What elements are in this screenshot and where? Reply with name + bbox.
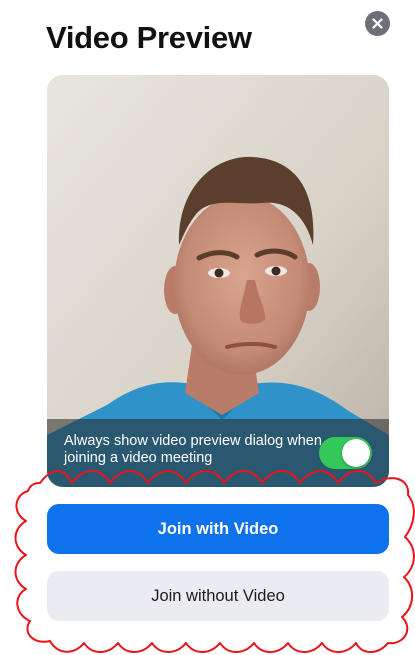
dialog-title: Video Preview <box>46 20 252 55</box>
always-show-preview-toggle[interactable] <box>319 437 372 469</box>
video-preview-dialog: Video Preview Always show video preview … <box>0 0 415 655</box>
close-icon <box>372 18 383 29</box>
join-with-video-button[interactable]: Join with Video <box>47 504 389 554</box>
join-without-video-button[interactable]: Join without Video <box>47 571 389 621</box>
camera-preview: Always show video preview dialog when jo… <box>47 75 389 487</box>
always-show-preview-label: Always show video preview dialog when jo… <box>64 433 322 466</box>
toggle-knob <box>342 439 370 467</box>
close-button[interactable] <box>365 11 390 36</box>
red-annotation-outline <box>14 470 415 653</box>
